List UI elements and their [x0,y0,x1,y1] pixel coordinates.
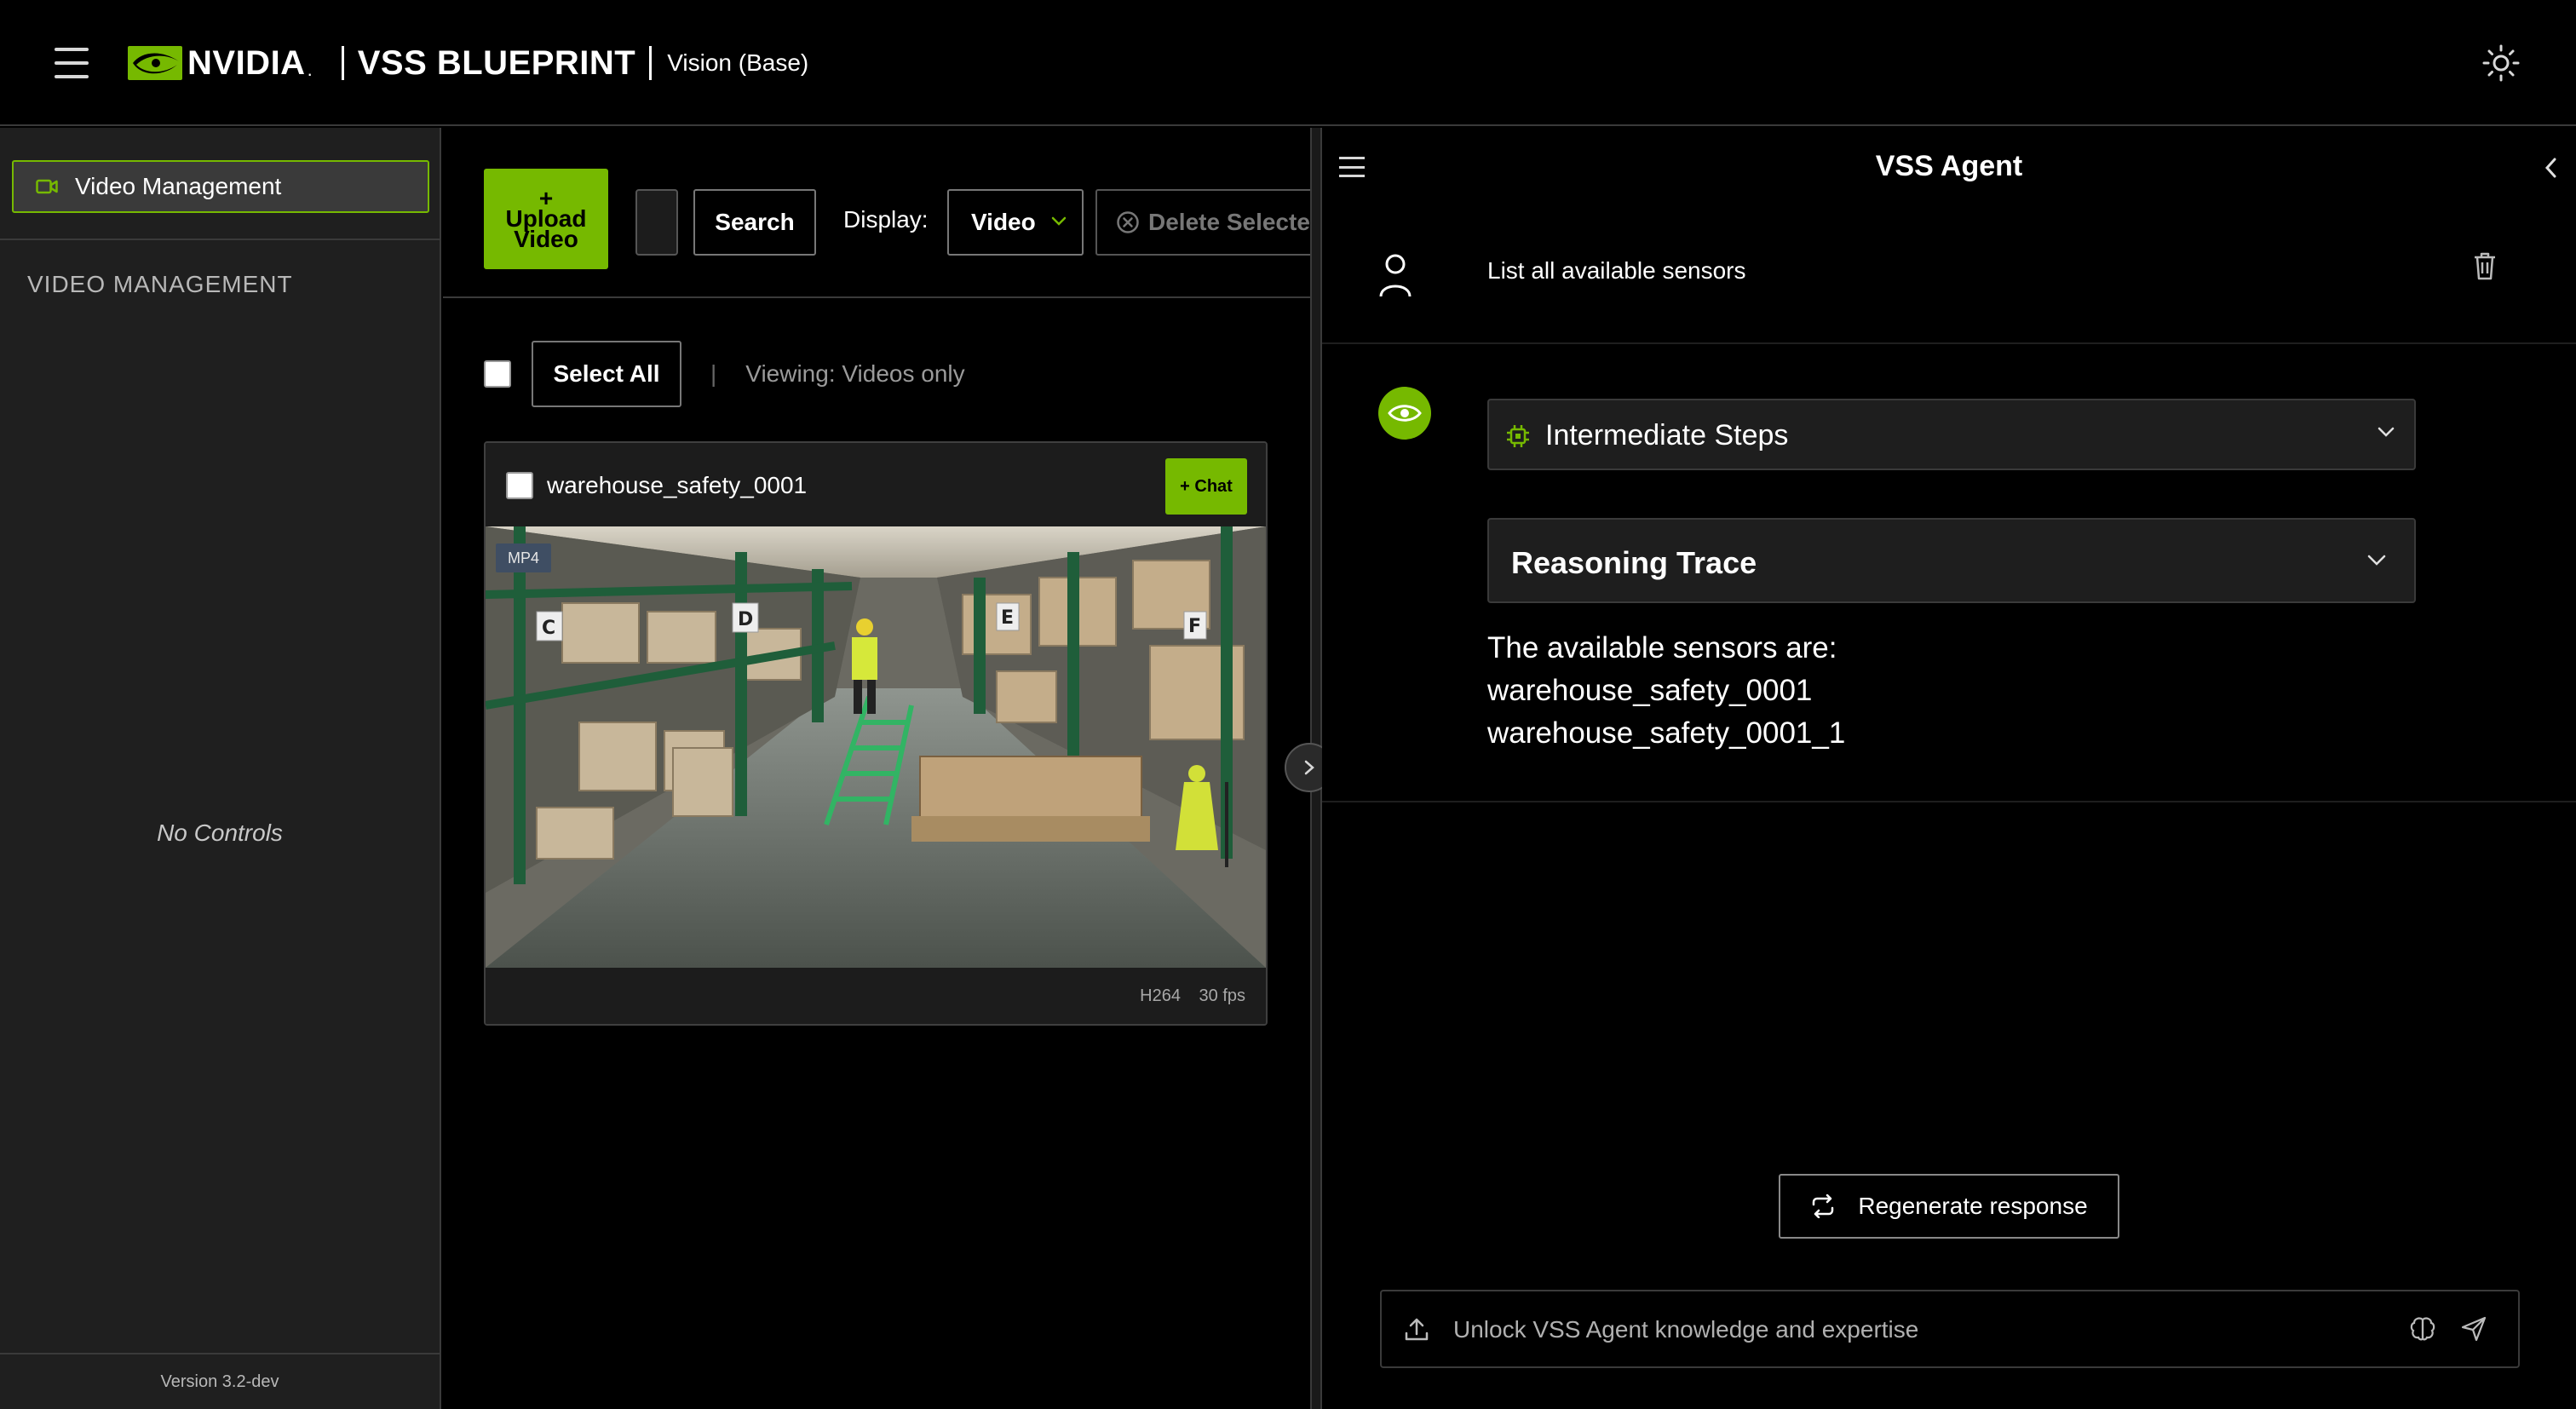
video-select-checkbox[interactable] [506,472,533,499]
chevron-down-icon [2378,427,2395,437]
brand-separator [341,46,344,80]
display-label: Display: [843,206,929,233]
brand-wordmark-dot: . [307,59,313,80]
version-label: Version 3.2-dev [0,1353,440,1409]
brand: NVIDIA . VSS BLUEPRINT Vision (Base) [128,37,808,89]
display-select-value: Video [971,209,1036,235]
sidebar-item-label: Video Management [75,173,282,199]
chevron-right-icon [1304,760,1314,775]
chat-input-bar [1380,1290,2520,1368]
video-codec: H264 [1140,986,1181,1005]
menu-icon[interactable] [55,48,89,78]
nvidia-logo-icon [128,46,182,80]
regenerate-label: Regenerate response [1858,1193,2088,1219]
svg-text:E: E [1001,607,1014,629]
video-card-header: warehouse_safety_0001 + Chat [486,443,1266,526]
select-all-checkbox[interactable] [484,360,511,388]
user-message-text: List all available sensors [1487,257,1746,284]
left-sidebar: Video Management VIDEO MANAGEMENT No Con… [0,128,441,1409]
send-icon[interactable] [2460,1315,2487,1343]
app-title: VSS BLUEPRINT [357,43,636,82]
user-message: List all available sensors [1322,213,2576,344]
video-management-panel: + Upload Video Search Display: Video Del… [443,128,1310,1409]
video-meta: H264 30 fps [1140,986,1245,1006]
chat-input[interactable] [1453,1307,2390,1353]
agent-title: VSS Agent [1875,150,2023,182]
no-controls-text: No Controls [157,820,283,846]
video-card-footer: H264 30 fps [486,968,1266,1024]
reasoning-trace-accordion[interactable]: Reasoning Trace [1487,518,2416,603]
answer-line: warehouse_safety_0001 [1487,674,1813,707]
brain-icon[interactable] [2409,1315,2436,1343]
brand-wordmark: NVIDIA [187,43,306,82]
selection-row: Select All | Viewing: Videos only [484,341,965,407]
chevron-down-icon [2367,555,2386,566]
app-header: NVIDIA . VSS BLUEPRINT Vision (Base) [0,0,2576,126]
svg-text:F: F [1188,616,1201,637]
agent-answer: The available sensors are: warehouse_saf… [1487,627,1845,755]
video-camera-icon [36,179,58,194]
close-circle-icon [1117,211,1139,233]
chevron-down-icon [1051,216,1067,226]
nvidia-eye-icon [1378,387,1431,440]
video-card[interactable]: warehouse_safety_0001 + Chat C D E F MP4… [484,441,1268,1026]
sidebar-divider [0,239,440,240]
sidebar-item-video-management[interactable]: Video Management [12,160,429,213]
upload-icon[interactable] [1404,1317,1429,1343]
selection-separator: | [710,360,717,387]
search-input[interactable] [635,189,678,256]
chat-button[interactable]: + Chat [1165,458,1247,515]
warehouse-scene-image: C D E F [486,526,1266,968]
select-all-button[interactable]: Select All [532,341,681,407]
message-divider [1322,801,2576,802]
viewing-filter-text: Viewing: Videos only [745,360,965,387]
intermediate-steps-label: Intermediate Steps [1545,419,1789,451]
user-icon [1379,254,1412,297]
answer-line: The available sensors are: [1487,631,1837,664]
delete-selected-label: Delete Selected [1148,209,1310,235]
video-fps: 30 fps [1199,986,1245,1005]
sun-icon[interactable] [2482,44,2520,82]
search-button[interactable]: Search [693,189,816,256]
format-badge: MP4 [496,543,552,572]
intermediate-steps-accordion[interactable]: Intermediate Steps [1487,399,2416,470]
reasoning-trace-label: Reasoning Trace [1511,545,1757,580]
trash-icon[interactable] [2472,250,2498,281]
display-select[interactable]: Video [947,189,1084,256]
chevron-left-icon[interactable] [2539,155,2564,181]
regenerate-response-button[interactable]: Regenerate response [1779,1174,2119,1239]
chip-icon [1507,425,1529,447]
delete-selected-button[interactable]: Delete Selected [1095,189,1310,256]
title-separator [649,46,653,80]
upload-video-button[interactable]: + Upload Video [484,169,608,269]
upload-label-line2: Video [514,226,578,252]
video-toolbar: + Upload Video Search Display: Video Del… [443,128,1310,298]
agent-panel: VSS Agent List all available sensors Int… [1322,128,2576,1409]
video-thumbnail[interactable]: C D E F MP4 [486,526,1266,968]
answer-line: warehouse_safety_0001_1 [1487,716,1846,750]
sidebar-section-title: VIDEO MANAGEMENT [27,271,293,297]
app-subtitle: Vision (Base) [667,49,809,76]
video-title: warehouse_safety_0001 [547,472,808,498]
repeat-icon [1813,1194,1834,1218]
svg-text:C: C [542,618,555,639]
svg-text:D: D [738,609,753,630]
